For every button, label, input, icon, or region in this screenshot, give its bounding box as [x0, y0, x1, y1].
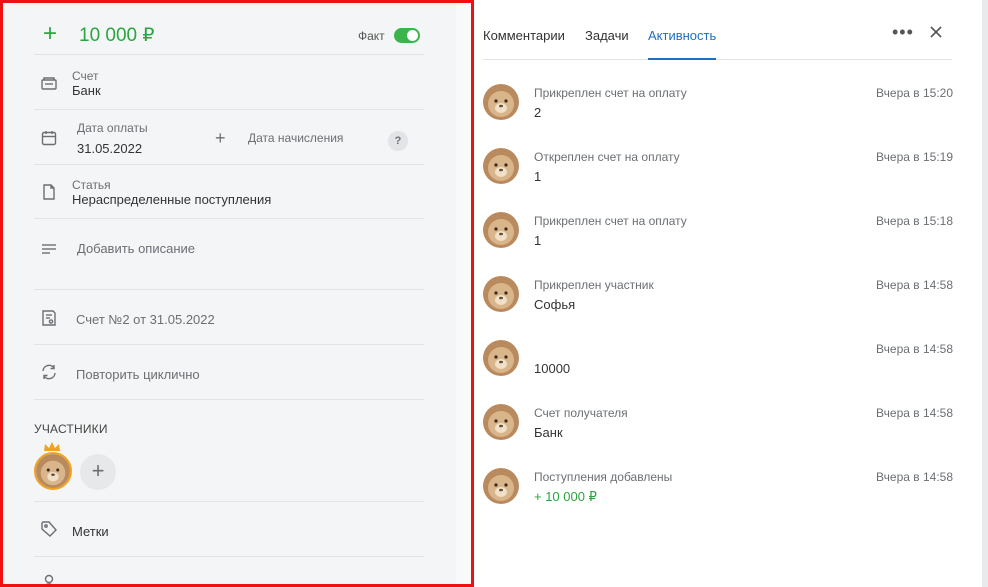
avatar [483, 276, 519, 312]
activity-item: Прикреплен участник Софья Вчера в 14:58 [483, 276, 953, 336]
crown-icon [43, 439, 61, 451]
activity-value: + 10 000 ₽ [534, 489, 597, 504]
panel-gutter [456, 3, 471, 584]
tab-comments[interactable]: Комментарии [483, 28, 565, 43]
tags-link[interactable]: Метки [72, 524, 109, 539]
divider [34, 344, 424, 345]
activity-item: Прикреплен счет на оплату 1 Вчера в 15:1… [483, 212, 953, 272]
more-options-icon[interactable]: ••• [892, 22, 914, 43]
activity-item: 10000 Вчера в 14:58 [483, 340, 953, 400]
divider [34, 54, 424, 55]
calendar-icon [40, 129, 58, 147]
divider [34, 556, 424, 557]
active-tab-indicator [648, 58, 716, 60]
tag-icon [40, 520, 58, 538]
activity-value: 1 [534, 169, 542, 184]
document-icon [40, 183, 58, 201]
invoice-icon [40, 309, 58, 327]
divider [34, 164, 424, 165]
avatar [483, 84, 519, 120]
fact-toggle[interactable] [394, 28, 420, 43]
tab-activity[interactable]: Активность [648, 28, 716, 43]
divider [34, 501, 424, 502]
wallet-icon [40, 75, 58, 93]
account-label: Счет [72, 69, 99, 83]
amount-row: + 10 000 ₽ Факт [3, 3, 471, 57]
activity-value: 10000 [534, 361, 571, 376]
article-label: Статья [72, 178, 111, 192]
activity-title: Прикреплен участник [534, 278, 654, 292]
activity-value: Софья [534, 297, 576, 312]
amount-value[interactable]: 10 000 ₽ [79, 25, 154, 47]
repeat-icon [40, 363, 58, 381]
activity-item: Прикреплен счет на оплату 2 Вчера в 15:2… [483, 84, 953, 144]
avatar [483, 148, 519, 184]
person-icon [40, 573, 58, 584]
activity-time: Вчера в 15:20 [876, 86, 953, 100]
divider [34, 289, 424, 290]
payment-date-value[interactable]: 31.05.2022 [77, 141, 142, 156]
accrual-date-label[interactable]: Дата начисления [248, 131, 343, 145]
add-participant-button[interactable]: + [80, 454, 116, 490]
activity-item: Счет получателя Банк Вчера в 14:58 [483, 404, 953, 464]
text-lines-icon [40, 241, 58, 259]
tab-tasks[interactable]: Задачи [585, 28, 629, 43]
account-value[interactable]: Банк [72, 83, 101, 98]
add-accrual-date-icon[interactable]: + [215, 128, 226, 149]
divider [34, 109, 424, 110]
help-icon[interactable]: ? [388, 131, 408, 151]
activity-panel: Комментарии Задачи Активность ••• Прикре… [474, 0, 982, 587]
avatar [483, 212, 519, 248]
activity-time: Вчера в 14:58 [876, 278, 953, 292]
activity-item: Откреплен счет на оплату 1 Вчера в 15:19 [483, 148, 953, 208]
activity-item: Поступления добавлены + 10 000 ₽ Вчера в… [483, 468, 953, 528]
payment-date-label: Дата оплаты [77, 121, 148, 135]
invoice-link[interactable]: Счет №2 от 31.05.2022 [76, 312, 215, 327]
activity-title: Откреплен счет на оплату [534, 150, 680, 164]
close-icon[interactable] [929, 25, 943, 39]
activity-time: Вчера в 15:18 [876, 214, 953, 228]
activity-value: 1 [534, 233, 542, 248]
repeat-cyclic[interactable]: Повторить циклично [76, 367, 200, 382]
activity-value: 2 [534, 105, 542, 120]
window-edge [982, 0, 988, 587]
tabs-divider [483, 59, 952, 60]
activity-time: Вчера в 14:58 [876, 342, 953, 356]
divider [34, 218, 424, 219]
avatar [483, 340, 519, 376]
fact-label: Факт [358, 29, 385, 43]
activity-time: Вчера в 14:58 [876, 470, 953, 484]
activity-time: Вчера в 15:19 [876, 150, 953, 164]
activity-time: Вчера в 14:58 [876, 406, 953, 420]
divider [34, 399, 424, 400]
income-sign: + [43, 20, 58, 47]
activity-title: Прикреплен счет на оплату [534, 86, 687, 100]
activity-title: Поступления добавлены [534, 470, 673, 484]
participants-title: УЧАСТНИКИ [34, 422, 108, 436]
avatar [483, 404, 519, 440]
operation-details-panel: + 10 000 ₽ Факт Счет Банк Дата оплаты 31… [0, 0, 474, 587]
activity-value: Банк [534, 425, 563, 440]
add-description[interactable]: Добавить описание [77, 241, 195, 256]
participant-avatar[interactable] [34, 452, 72, 490]
activity-title: Прикреплен счет на оплату [534, 214, 687, 228]
activity-title: Счет получателя [534, 406, 628, 420]
article-value[interactable]: Нераспределенные поступления [72, 192, 271, 207]
avatar [483, 468, 519, 504]
